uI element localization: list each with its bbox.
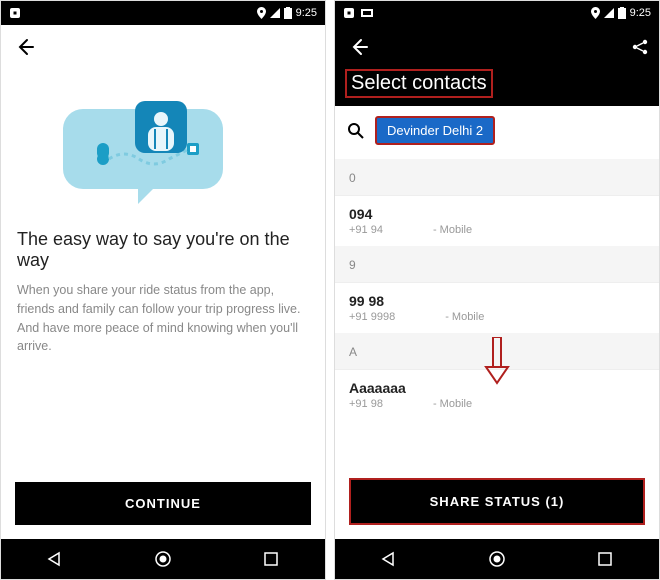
top-bar bbox=[335, 25, 659, 69]
section-header: 9 bbox=[335, 246, 659, 282]
contact-row[interactable]: 99 98 +91 9998 - Mobile bbox=[335, 282, 659, 333]
share-status-button[interactable]: SHARE STATUS (1) bbox=[349, 478, 645, 525]
share-trip-illustration bbox=[1, 69, 325, 229]
contact-list[interactable]: 0 094 +91 94 - Mobile 9 99 98 +91 9998 - M… bbox=[335, 159, 659, 464]
battery-icon bbox=[284, 7, 292, 19]
search-icon[interactable] bbox=[347, 122, 365, 140]
android-nav-bar bbox=[335, 539, 659, 579]
location-icon bbox=[257, 7, 266, 19]
nav-back-button[interactable] bbox=[364, 544, 414, 574]
app-icon bbox=[343, 7, 355, 19]
section-header: 0 bbox=[335, 159, 659, 195]
phone-screen-contacts: 9:25 Select contacts Devinder Delhi 2 0 … bbox=[334, 0, 660, 580]
status-bar: 9:25 bbox=[335, 1, 659, 25]
app-icon bbox=[9, 7, 21, 19]
continue-button[interactable]: CONTINUE bbox=[15, 482, 311, 525]
contact-phone: +91 9998 bbox=[349, 311, 395, 323]
location-icon bbox=[591, 7, 600, 19]
signal-icon bbox=[270, 8, 280, 18]
nav-recents-button[interactable] bbox=[246, 544, 296, 574]
top-bar bbox=[1, 25, 325, 69]
page-title: Select contacts bbox=[335, 69, 659, 106]
status-bar: 9:25 bbox=[1, 1, 325, 25]
android-nav-bar bbox=[1, 539, 325, 579]
intro-body: When you share your ride status from the… bbox=[1, 281, 325, 356]
contact-row[interactable]: 094 +91 94 - Mobile bbox=[335, 195, 659, 246]
nav-recents-button[interactable] bbox=[580, 544, 630, 574]
contact-phone: +91 98 bbox=[349, 398, 383, 410]
status-time: 9:25 bbox=[630, 7, 651, 19]
search-chip-bar: Devinder Delhi 2 bbox=[335, 106, 659, 159]
nav-home-button[interactable] bbox=[472, 544, 522, 574]
nav-back-button[interactable] bbox=[30, 544, 80, 574]
contact-name: 094 bbox=[349, 206, 645, 222]
contact-name: 99 98 bbox=[349, 293, 645, 309]
share-icon[interactable] bbox=[631, 38, 649, 56]
screenshot-icon bbox=[361, 7, 373, 19]
status-time: 9:25 bbox=[296, 7, 317, 19]
back-button[interactable] bbox=[11, 33, 39, 61]
back-button[interactable] bbox=[345, 33, 373, 61]
contact-type: - Mobile bbox=[433, 398, 472, 410]
intro-headline: The easy way to say you're on the way bbox=[1, 229, 325, 281]
signal-icon bbox=[604, 8, 614, 18]
nav-home-button[interactable] bbox=[138, 544, 188, 574]
battery-icon bbox=[618, 7, 626, 19]
annotation-arrow bbox=[484, 337, 510, 390]
contact-phone: +91 94 bbox=[349, 224, 383, 236]
phone-screen-intro: 9:25 bbox=[0, 0, 326, 580]
selected-contact-chip[interactable]: Devinder Delhi 2 bbox=[375, 116, 495, 145]
contact-type: - Mobile bbox=[445, 311, 484, 323]
contact-type: - Mobile bbox=[433, 224, 472, 236]
